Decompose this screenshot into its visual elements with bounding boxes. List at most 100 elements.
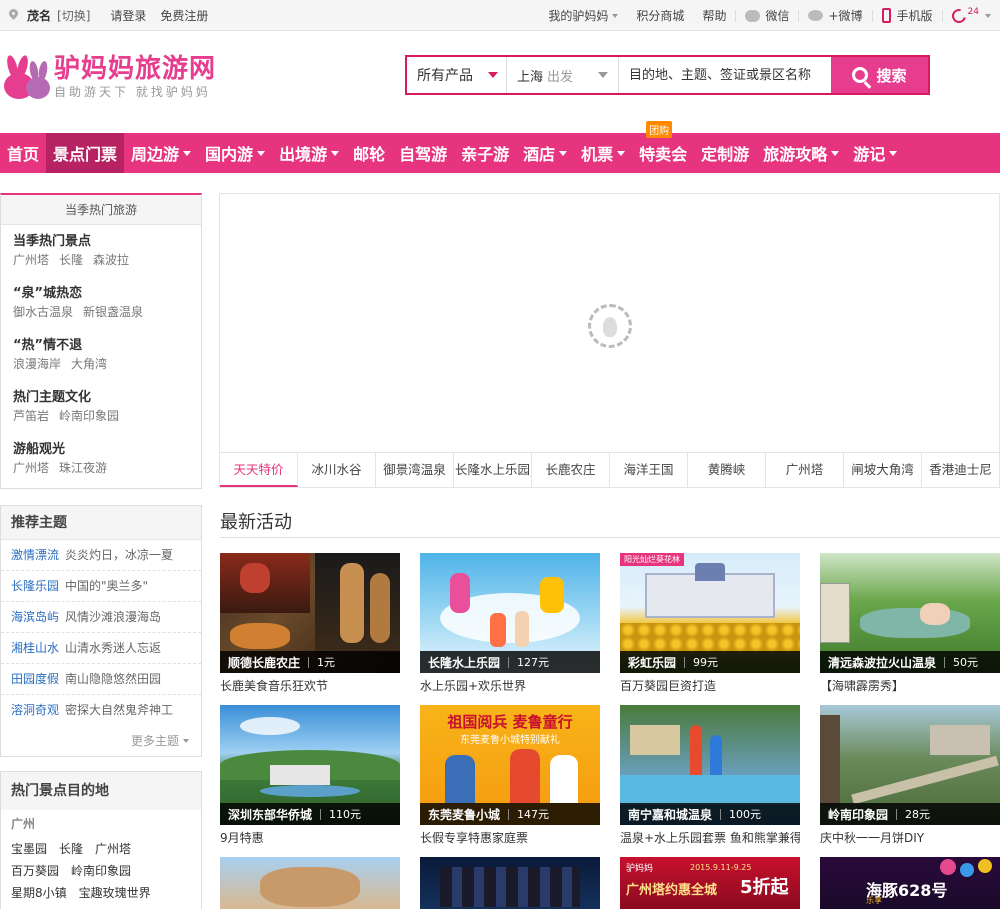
- nav-tickets[interactable]: 景点门票: [46, 133, 125, 173]
- activity-card[interactable]: 阳光灿烂葵花林 彩虹乐园 99元 百万葵园巨资打造: [620, 553, 800, 694]
- activity-caption: 岭南印象园 28元: [820, 803, 1000, 825]
- banner-tab[interactable]: 黄腾峡: [688, 452, 766, 487]
- switch-city-link[interactable]: [切换]: [57, 7, 90, 24]
- activity-big-text: 5折起: [740, 877, 789, 898]
- hot-link[interactable]: 长隆: [59, 253, 83, 267]
- hot-group-title[interactable]: 热门主题文化: [13, 389, 189, 407]
- nav-nearby[interactable]: 周边游: [124, 133, 198, 173]
- activity-card[interactable]: 驴妈妈 2015.9.11-9.25 广州塔约惠全城 5折起: [620, 857, 800, 909]
- banner-tab[interactable]: 广州塔: [766, 452, 844, 487]
- hot-group-title[interactable]: 游船观光: [13, 441, 189, 459]
- destination-link[interactable]: 岭南印象园: [71, 864, 131, 878]
- activity-card[interactable]: 长隆水上乐园 127元 水上乐园+欢乐世界: [420, 553, 600, 694]
- topic-row[interactable]: 田园度假 南山隐隐悠然田园: [1, 664, 201, 695]
- destination-link[interactable]: 宝趣玫瑰世界: [79, 886, 151, 900]
- hot-link[interactable]: 浪漫海岸: [13, 357, 61, 371]
- activity-card[interactable]: 顺德长鹿农庄 1元 长鹿美食音乐狂欢节: [220, 553, 400, 694]
- hot-group-title[interactable]: 当季热门景点: [13, 233, 189, 251]
- activity-card[interactable]: 祖国阅兵 麦鲁童行 东莞麦鲁小城特别献礼 东莞麦鲁小城 147元 长假专享特惠家庭…: [420, 705, 600, 846]
- activity-card[interactable]: 深圳东部华侨城 110元 9月特惠: [220, 705, 400, 846]
- hot-group-title[interactable]: “热”情不退: [13, 337, 189, 355]
- topic-desc: 风情沙滩浪漫海岛: [65, 610, 162, 624]
- destination-link[interactable]: 广州塔: [95, 842, 131, 856]
- hot-link[interactable]: 广州塔: [13, 461, 49, 475]
- help-link[interactable]: 帮助: [693, 7, 735, 24]
- activity-card[interactable]: [420, 857, 600, 909]
- mobile-link[interactable]: 手机版: [873, 7, 942, 24]
- hot-link[interactable]: 新银盏温泉: [83, 305, 143, 319]
- activity-card[interactable]: 海豚628号 乐享: [820, 857, 1000, 909]
- hotline-link[interactable]: 24: [943, 5, 1000, 26]
- nav-sale[interactable]: 团购 特卖会: [632, 121, 694, 173]
- nav-label: 国内游: [205, 145, 254, 164]
- nav-home[interactable]: 首页: [0, 133, 46, 173]
- nav-label: 景点门票: [53, 145, 118, 164]
- activity-card[interactable]: 岭南印象园 28元 庆中秋一一月饼DIY: [820, 705, 1000, 846]
- hot-link[interactable]: 珠江夜游: [59, 461, 107, 475]
- activity-banner-text: 祖国阅兵 麦鲁童行: [447, 713, 573, 731]
- search-button[interactable]: 搜索: [831, 57, 928, 93]
- banner-tab[interactable]: 香港迪士尼: [922, 452, 999, 487]
- activity-image: 海豚628号 乐享: [820, 857, 1000, 909]
- banner-tab[interactable]: 天天特价: [220, 452, 298, 487]
- departure-city-select[interactable]: 上海 出发: [507, 57, 619, 93]
- hot-group-title[interactable]: “泉”城热恋: [13, 285, 189, 303]
- destination-link[interactable]: 百万葵园: [11, 864, 59, 878]
- wechat-link[interactable]: 微信: [736, 7, 798, 24]
- banner-tab[interactable]: 闸坡大角湾: [844, 452, 922, 487]
- banner-tab[interactable]: 长隆水上乐园: [454, 452, 532, 487]
- activity-price: 50元: [953, 656, 979, 669]
- activity-price: 127元: [517, 656, 550, 669]
- topic-row[interactable]: 长隆乐园 中国的"奥兰多": [1, 571, 201, 602]
- nav-notes[interactable]: 游记: [846, 133, 904, 173]
- banner-tab[interactable]: 御景湾温泉: [376, 452, 454, 487]
- points-mall-link[interactable]: 积分商城: [627, 7, 693, 24]
- destination-link[interactable]: 星期8小镇: [11, 886, 67, 900]
- nav-domestic[interactable]: 国内游: [198, 133, 272, 173]
- activity-card[interactable]: 南宁嘉和城温泉 100元 温泉+水上乐园套票 鱼和熊掌兼得: [620, 705, 800, 846]
- search-input[interactable]: [619, 57, 831, 93]
- nav-cruise[interactable]: 邮轮: [346, 133, 392, 173]
- banner-tab[interactable]: 长鹿农庄: [532, 452, 610, 487]
- topic-row[interactable]: 溶洞奇观 密探大自然鬼斧神工: [1, 695, 201, 726]
- group-buy-badge: 团购: [646, 121, 673, 138]
- nav-selfdrive[interactable]: 自驾游: [392, 133, 454, 173]
- my-lvmama-menu[interactable]: 我的驴妈妈: [539, 7, 627, 24]
- activity-desc: 庆中秋一一月饼DIY: [820, 831, 925, 845]
- nav-flight[interactable]: 机票: [574, 133, 632, 173]
- nav-hotel[interactable]: 酒店: [516, 133, 574, 173]
- hot-link[interactable]: 大角湾: [71, 357, 107, 371]
- hot-link[interactable]: 森波拉: [93, 253, 129, 267]
- activity-tag: 阳光灿烂葵花林: [620, 553, 684, 566]
- product-select[interactable]: 所有产品: [407, 57, 507, 93]
- nav-outbound[interactable]: 出境游: [272, 133, 346, 173]
- weibo-link[interactable]: +微博: [799, 7, 871, 24]
- hot-link[interactable]: 岭南印象园: [59, 409, 119, 423]
- site-logo[interactable]: 驴妈妈旅游网 自助游天下 就找驴妈妈: [2, 53, 216, 103]
- banner-carousel[interactable]: [219, 193, 1000, 453]
- hot-link[interactable]: 御水古温泉: [13, 305, 73, 319]
- topic-row[interactable]: 湘桂山水 山清水秀迷人忘返: [1, 633, 201, 664]
- activity-headline: 广州塔约惠全城: [626, 883, 718, 898]
- destination-city: 广州: [11, 817, 36, 831]
- destination-link[interactable]: 长隆: [59, 842, 83, 856]
- hot-link[interactable]: 广州塔: [13, 253, 49, 267]
- activity-card[interactable]: 清远森波拉火山温泉 50元 【海啸霹雳秀】: [820, 553, 1000, 694]
- banner-tab[interactable]: 海洋王国: [610, 452, 688, 487]
- activity-card[interactable]: [220, 857, 400, 909]
- register-link[interactable]: 免费注册: [160, 7, 208, 24]
- more-topics-link[interactable]: 更多主题: [1, 726, 201, 756]
- topic-row[interactable]: 海滨岛屿 风情沙滩浪漫海岛: [1, 602, 201, 633]
- departure-city-value: 上海: [517, 69, 544, 85]
- login-link[interactable]: 请登录: [110, 7, 146, 24]
- top-bar: 茂名 [切换] 请登录 免费注册 我的驴妈妈 积分商城 帮助 微信 +微博 手机…: [0, 0, 1000, 31]
- nav-family[interactable]: 亲子游: [454, 133, 516, 173]
- hot-link[interactable]: 芦笛岩: [13, 409, 49, 423]
- banner-tab[interactable]: 冰川水谷: [298, 452, 376, 487]
- nav-custom[interactable]: 定制游: [694, 133, 756, 173]
- nav-guide[interactable]: 旅游攻略: [756, 133, 846, 173]
- banner-tabs: 天天特价 冰川水谷 御景湾温泉 长隆水上乐园 长鹿农庄 海洋王国 黄腾峡 广州塔…: [219, 452, 1000, 488]
- topic-row[interactable]: 激情漂流 炎炎灼日，冰凉一夏: [1, 540, 201, 571]
- weibo-label: +微博: [828, 9, 863, 23]
- destination-link[interactable]: 宝墨园: [11, 842, 47, 856]
